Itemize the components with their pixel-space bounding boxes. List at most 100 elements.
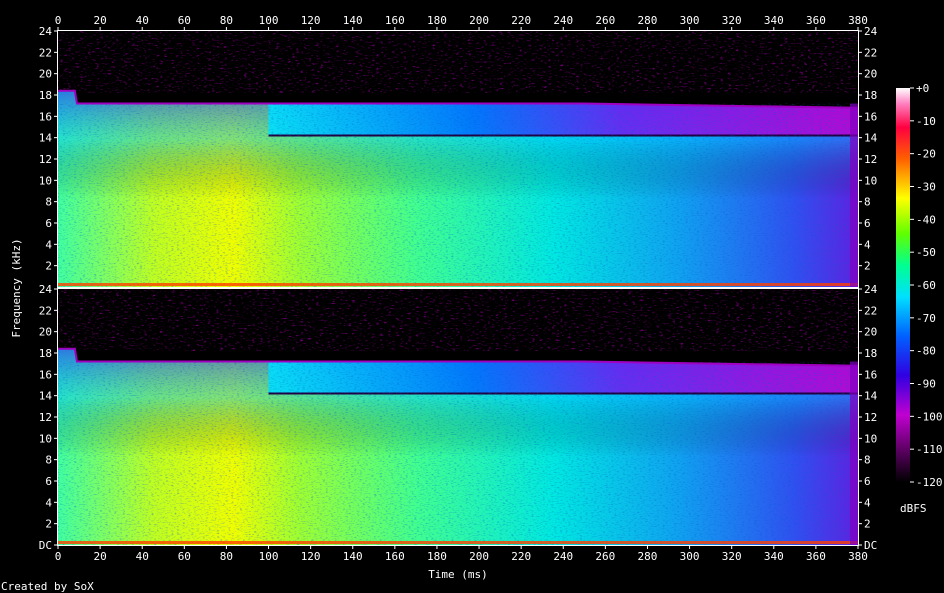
x-tick-label: 140 [343,14,363,27]
x-tick-label: 300 [680,550,700,563]
x-tick-label: 100 [259,14,279,27]
y-tick-label: 10 [864,174,877,187]
x-tick-label: 320 [722,550,742,563]
colorbar-tick-label: -20 [916,148,936,161]
x-tick-label: 260 [595,14,615,27]
y-tick-label: 24 [864,283,878,296]
x-tick-label: 100 [259,550,279,563]
x-tick-label: 360 [806,550,826,563]
y-tick-label: 12 [39,411,52,424]
colorbar [896,88,910,482]
y-tick-label: 8 [864,454,871,467]
y-tick-label: 16 [39,368,52,381]
footer-credit: Created by SoX [1,580,94,593]
y-tick-label: 16 [864,110,877,123]
y-tick-label: 14 [864,132,878,145]
y-tick-label: 18 [864,89,877,102]
y-tick-label: 6 [864,217,871,230]
y-tick-label: 8 [864,196,871,209]
x-tick-label: 280 [638,550,658,563]
y-tick-label: 20 [864,68,877,81]
x-tick-label: 0 [55,550,62,563]
colorbar-tick-label: +0 [916,82,929,95]
y-tick-label: 6 [864,475,871,488]
colorbar-tick-label: -60 [916,279,936,292]
colorbar-tick-label: -90 [916,378,936,391]
colorbar-tick-label: -40 [916,213,936,226]
y-tick-label: 22 [864,304,877,317]
y-tick-label: 20 [864,326,877,339]
x-tick-label: 160 [385,14,405,27]
x-tick-label: 300 [680,14,700,27]
x-tick-label: 60 [178,550,191,563]
y-tick-label: 6 [45,217,52,230]
y-tick-label: 6 [45,475,52,488]
y-tick-label: 22 [39,304,52,317]
y-tick-label: 12 [864,153,877,166]
colorbar-tick-label: -70 [916,312,936,325]
x-tick-label: 380 [848,550,868,563]
x-tick-label: 80 [220,550,233,563]
x-tick-label: 360 [806,14,826,27]
y-tick-label: 2 [864,260,871,273]
y-tick-label: 2 [45,260,52,273]
x-tick-label: 240 [553,14,573,27]
x-axis-label: Time (ms) [428,568,488,581]
tail-edge [850,103,858,287]
x-tick-label: 180 [427,550,447,563]
x-tick-label: 140 [343,550,363,563]
y-tick-label: 2 [864,518,871,531]
colorbar-tick-label: -10 [916,115,936,128]
x-tick-label: 220 [511,14,531,27]
y-tick-label: 12 [864,411,877,424]
colorbar-tick-label: -80 [916,345,936,358]
dc-band [58,541,858,544]
x-tick-label: 160 [385,550,405,563]
y-tick-label: 18 [39,347,52,360]
y-tick-label: 10 [864,432,877,445]
x-tick-label: 200 [469,550,489,563]
x-tick-label: 320 [722,14,742,27]
x-tick-label: 40 [136,550,149,563]
y-tick-label: 20 [39,326,52,339]
tail-edge [850,361,858,545]
y-tick-label: 22 [864,46,877,59]
y-tick-label: 4 [45,496,52,509]
x-tick-label: 80 [220,14,233,27]
y-tick-label: 2 [45,518,52,531]
y-tick-label: 14 [39,132,53,145]
y-tick-label: 8 [45,454,52,467]
x-tick-label: 220 [511,550,531,563]
y-tick-label: 24 [39,25,53,38]
y-tick-label: 10 [39,174,52,187]
y-tick-label: 22 [39,46,52,59]
x-tick-label: 240 [553,550,573,563]
spectrogram-chart: 24 2422 2220 2018 1816 1614 1412 1210 108 86 64 42 2… [1,14,943,593]
noise-floor [58,31,858,93]
y-tick-label: 4 [864,496,871,509]
colorbar-tick-label: -120 [916,476,943,489]
y-tick-label: 16 [864,368,877,381]
y-tick-label: 18 [39,89,52,102]
y-tick-label: 4 [45,238,52,251]
dc-band [58,283,858,286]
y-axis-label: Frequency (kHz) [10,238,23,337]
y-tick-label: 18 [864,347,877,360]
colorbar-tick-label: -50 [916,246,936,259]
x-tick-label: 120 [301,550,321,563]
x-tick-label: 120 [301,14,321,27]
x-tick-label: 40 [136,14,149,27]
spectrogram-channel-2 [58,289,858,545]
x-tick-label: 180 [427,14,447,27]
y-tick-label: 16 [39,110,52,123]
x-tick-label: 0 [55,14,62,27]
colorbar-label: dBFS [900,502,927,515]
speckle-texture [58,103,858,287]
y-tick-label: 4 [864,238,871,251]
x-tick-label: 20 [93,14,106,27]
x-tick-label: 380 [848,14,868,27]
colorbar-tick-label: -110 [916,443,943,456]
x-tick-label: 200 [469,14,489,27]
y-tick-label: 14 [864,390,878,403]
noise-floor [58,289,858,351]
